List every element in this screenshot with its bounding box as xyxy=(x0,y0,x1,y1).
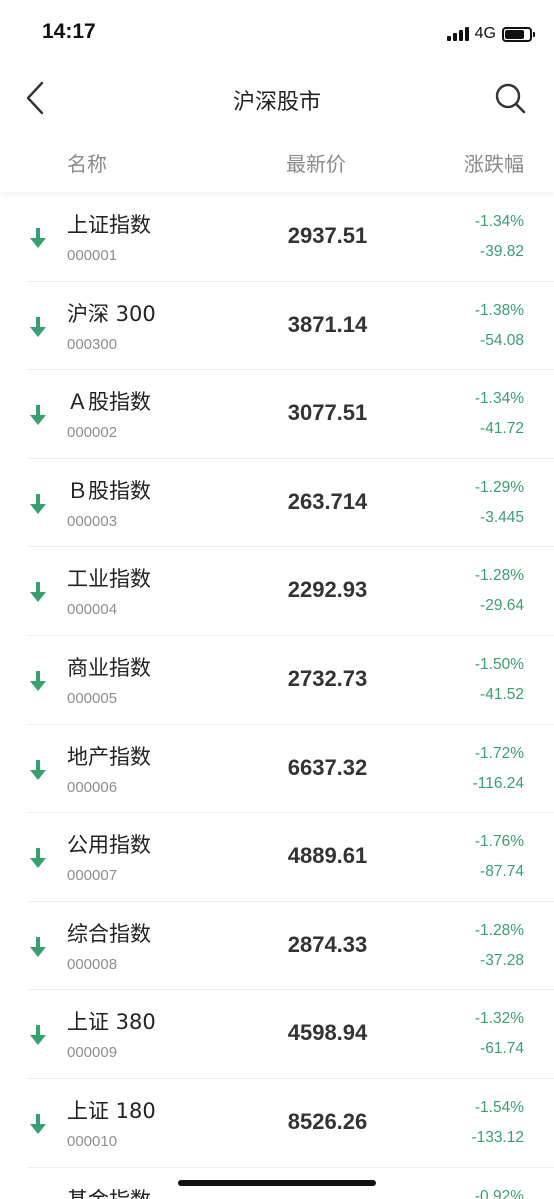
column-header: 名称 最新价 涨跌幅 xyxy=(0,132,554,192)
arrow-down-icon xyxy=(30,493,46,514)
arrow-down-icon xyxy=(30,936,46,957)
arrow-down-icon xyxy=(30,582,46,603)
column-change[interactable]: 涨跌幅 xyxy=(464,148,524,177)
change-amount: -39.82 xyxy=(480,243,524,260)
status-time: 14:17 xyxy=(42,20,96,43)
index-name: 沪深 300 xyxy=(67,301,156,326)
change-amount: -54.08 xyxy=(480,331,524,349)
index-price: 2732.73 xyxy=(287,665,368,691)
status-bar: 14:17 4G xyxy=(0,0,554,66)
list-item[interactable]: Ａ股指数 000002 3077.51 -1.34% -41.72 xyxy=(0,370,554,459)
list-item[interactable]: Ｂ股指数 000003 263.714 -1.29% -3.445 xyxy=(0,459,554,548)
index-code: 000001 xyxy=(67,247,118,264)
index-name: Ａ股指数 xyxy=(67,390,151,415)
change-percent: -0.92% xyxy=(474,1187,524,1199)
page-title: 沪深股市 xyxy=(232,90,321,115)
change-percent: -1.34% xyxy=(474,213,524,230)
status-indicators: 4G xyxy=(446,22,535,46)
change-amount: -133.12 xyxy=(471,1128,524,1146)
change-amount: -41.72 xyxy=(480,420,524,438)
index-price: 4889.61 xyxy=(287,843,368,869)
index-price: 263.714 xyxy=(287,488,368,514)
index-code: 000010 xyxy=(67,1132,118,1150)
battery-icon xyxy=(502,26,535,42)
index-name: 上证 380 xyxy=(67,1010,156,1035)
change-amount: -41.52 xyxy=(480,685,524,703)
arrow-down-icon xyxy=(30,670,46,691)
index-name: 上证 180 xyxy=(67,1098,156,1123)
list-item[interactable]: 地产指数 000006 6637.32 -1.72% -116.24 xyxy=(0,725,554,814)
index-code: 000002 xyxy=(67,424,118,442)
index-name: 商业指数 xyxy=(67,655,151,680)
index-name: 上证指数 xyxy=(67,213,151,237)
index-price: 3871.14 xyxy=(287,311,368,337)
index-price: 3077.51 xyxy=(287,400,368,426)
change-amount: -87.74 xyxy=(480,863,524,881)
list-item[interactable]: 商业指数 000005 2732.73 -1.50% -41.52 xyxy=(0,636,554,725)
index-name: Ｂ股指数 xyxy=(67,478,151,503)
signal-icon xyxy=(446,27,469,41)
index-name: 地产指数 xyxy=(67,744,151,769)
arrow-down-icon xyxy=(30,759,46,780)
index-code: 000005 xyxy=(67,689,118,707)
change-percent: -1.32% xyxy=(474,1010,524,1028)
change-percent: -1.28% xyxy=(474,567,524,585)
list-item[interactable]: 上证 380 000009 4598.94 -1.32% -61.74 xyxy=(0,990,554,1079)
arrow-down-icon xyxy=(30,1113,46,1134)
arrow-down-icon xyxy=(30,405,46,426)
change-percent: -1.34% xyxy=(474,390,524,408)
list-item[interactable]: 上证指数 000001 2937.51 -1.34% -39.82 xyxy=(0,193,554,282)
battery-fill xyxy=(505,29,525,39)
network-type: 4G xyxy=(474,25,496,42)
index-code: 000009 xyxy=(67,1044,118,1062)
index-price: 6637.32 xyxy=(287,754,368,780)
list-item[interactable]: 公用指数 000007 4889.61 -1.76% -87.74 xyxy=(0,813,554,902)
search-icon[interactable] xyxy=(494,82,526,114)
arrow-down-icon xyxy=(30,1025,46,1046)
arrow-down-icon xyxy=(30,316,46,337)
change-percent: -1.72% xyxy=(474,744,524,762)
index-code: 000007 xyxy=(67,867,118,885)
list-item[interactable]: 工业指数 000004 2292.93 -1.28% -29.64 xyxy=(0,547,554,636)
change-percent: -1.28% xyxy=(474,921,524,939)
index-code: 000008 xyxy=(67,955,118,973)
index-name: 基金指数 xyxy=(67,1184,151,1199)
index-code: 000300 xyxy=(67,335,118,353)
index-code: 000003 xyxy=(67,512,118,530)
change-amount: -37.28 xyxy=(480,951,524,969)
change-amount: -3.445 xyxy=(480,508,524,526)
list-item[interactable]: 上证 180 000010 8526.26 -1.54% -133.12 xyxy=(0,1079,554,1168)
list-item[interactable]: 沪深 300 000300 3871.14 -1.38% -54.08 xyxy=(0,282,554,371)
index-price: 8526.26 xyxy=(287,1108,368,1134)
index-code: 000006 xyxy=(67,778,118,796)
change-percent: -1.50% xyxy=(474,655,524,673)
index-name: 工业指数 xyxy=(67,567,151,592)
index-price: 4598.94 xyxy=(287,1020,368,1046)
change-amount: -116.24 xyxy=(472,774,524,792)
list-item[interactable]: 综合指数 000008 2874.33 -1.28% -37.28 xyxy=(0,902,554,991)
index-name: 综合指数 xyxy=(67,921,151,946)
change-percent: -1.29% xyxy=(474,478,524,496)
column-name[interactable]: 名称 xyxy=(67,148,107,177)
arrow-down-icon xyxy=(30,848,46,869)
column-price[interactable]: 最新价 xyxy=(286,148,346,177)
change-percent: -1.76% xyxy=(474,833,524,851)
change-percent: -1.54% xyxy=(474,1098,524,1116)
index-list: 上证指数 000001 2937.51 -1.34% -39.82 沪深 300… xyxy=(0,193,554,1199)
index-price: 2937.51 xyxy=(287,223,368,248)
index-price: 2292.93 xyxy=(287,577,368,603)
arrow-down-icon xyxy=(30,228,46,248)
home-indicator[interactable] xyxy=(178,1180,376,1186)
change-amount: -61.74 xyxy=(480,1040,524,1058)
change-percent: -1.38% xyxy=(474,301,524,319)
change-amount: -29.64 xyxy=(480,597,524,615)
index-name: 公用指数 xyxy=(67,833,151,858)
index-price: 2874.33 xyxy=(287,931,368,957)
nav-bar: 沪深股市 xyxy=(0,66,554,132)
index-code: 000004 xyxy=(67,601,118,619)
